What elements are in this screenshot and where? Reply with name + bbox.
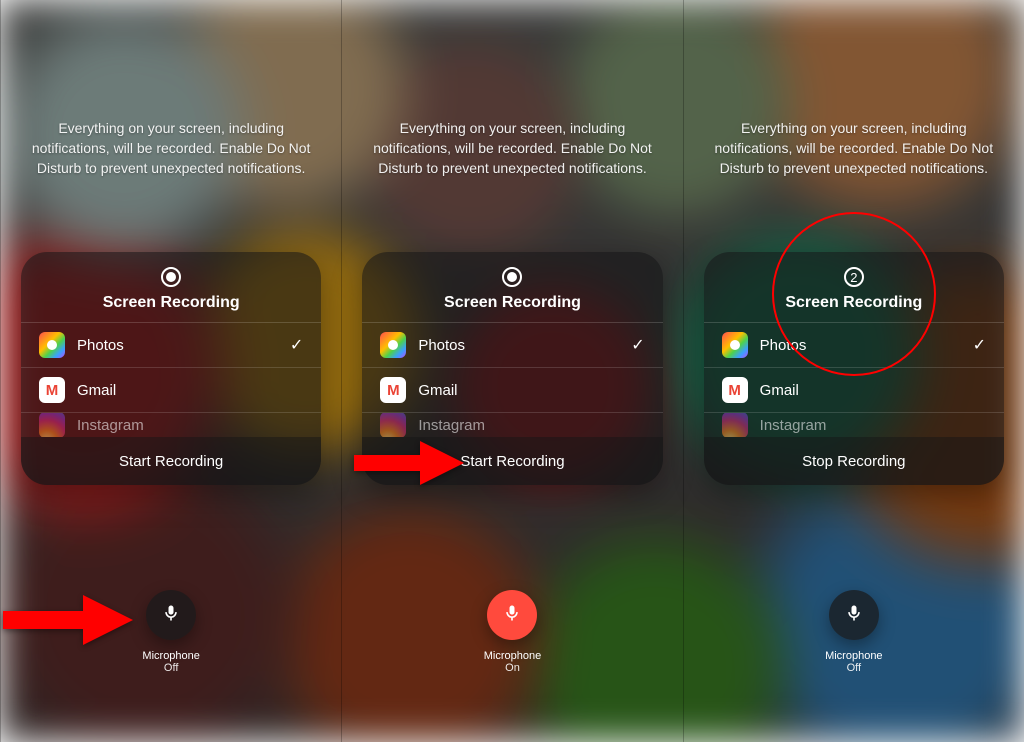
app-label: Instagram bbox=[77, 417, 303, 434]
microphone-state: On bbox=[505, 662, 520, 674]
microphone-state: Off bbox=[847, 662, 861, 674]
panel-3: Everything on your screen, including not… bbox=[683, 0, 1024, 742]
checkmark-icon: ✓ bbox=[631, 335, 644, 355]
microphone-button[interactable] bbox=[487, 590, 537, 640]
instagram-icon bbox=[380, 413, 406, 437]
panel-2: Everything on your screen, including not… bbox=[341, 0, 682, 742]
microphone-button[interactable] bbox=[146, 590, 196, 640]
checkmark-icon: ✓ bbox=[290, 335, 303, 355]
gmail-icon: M bbox=[39, 377, 65, 403]
record-icon bbox=[160, 266, 182, 288]
instagram-icon bbox=[722, 413, 748, 437]
list-item[interactable]: Instagram bbox=[704, 413, 1004, 437]
checkmark-icon: ✓ bbox=[973, 335, 986, 355]
list-item[interactable]: Photos ✓ bbox=[21, 323, 321, 368]
card-title: Screen Recording bbox=[103, 294, 240, 312]
app-label: Photos bbox=[418, 337, 631, 354]
photos-icon bbox=[722, 332, 748, 358]
microphone-icon bbox=[502, 603, 522, 628]
microphone-state: Off bbox=[164, 662, 178, 674]
annotation-arrow bbox=[3, 595, 133, 645]
start-recording-button[interactable]: Start Recording bbox=[21, 437, 321, 485]
photos-icon bbox=[380, 332, 406, 358]
app-label: Photos bbox=[77, 337, 290, 354]
list-item[interactable]: Instagram bbox=[362, 413, 662, 437]
app-label: Gmail bbox=[760, 382, 986, 399]
card-title: Screen Recording bbox=[444, 294, 581, 312]
stop-recording-button[interactable]: Stop Recording bbox=[704, 437, 1004, 485]
disclaimer-text: Everything on your screen, including not… bbox=[1, 118, 341, 178]
list-item[interactable]: M Gmail bbox=[21, 368, 321, 413]
microphone-label: Microphone bbox=[825, 650, 882, 662]
app-label: Instagram bbox=[418, 417, 644, 434]
app-label: Gmail bbox=[418, 382, 644, 399]
screen-recording-card: Screen Recording Photos ✓ M Gmail Instag… bbox=[21, 252, 321, 485]
list-item[interactable]: Photos ✓ bbox=[362, 323, 662, 368]
microphone-label: Microphone bbox=[484, 650, 541, 662]
app-label: Instagram bbox=[760, 417, 986, 434]
disclaimer-text: Everything on your screen, including not… bbox=[342, 118, 682, 178]
microphone-label: Microphone bbox=[142, 650, 199, 662]
list-item[interactable]: Instagram bbox=[21, 413, 321, 437]
annotation-arrow bbox=[354, 441, 464, 485]
annotation-circle bbox=[772, 212, 936, 376]
gmail-icon: M bbox=[380, 377, 406, 403]
app-label: Gmail bbox=[77, 382, 303, 399]
panel-1: Everything on your screen, including not… bbox=[0, 0, 341, 742]
list-item[interactable]: M Gmail bbox=[362, 368, 662, 413]
gmail-icon: M bbox=[722, 377, 748, 403]
record-icon bbox=[501, 266, 523, 288]
microphone-icon bbox=[161, 603, 181, 628]
instagram-icon bbox=[39, 413, 65, 437]
microphone-icon bbox=[844, 603, 864, 628]
disclaimer-text: Everything on your screen, including not… bbox=[684, 118, 1024, 178]
microphone-button[interactable] bbox=[829, 590, 879, 640]
photos-icon bbox=[39, 332, 65, 358]
